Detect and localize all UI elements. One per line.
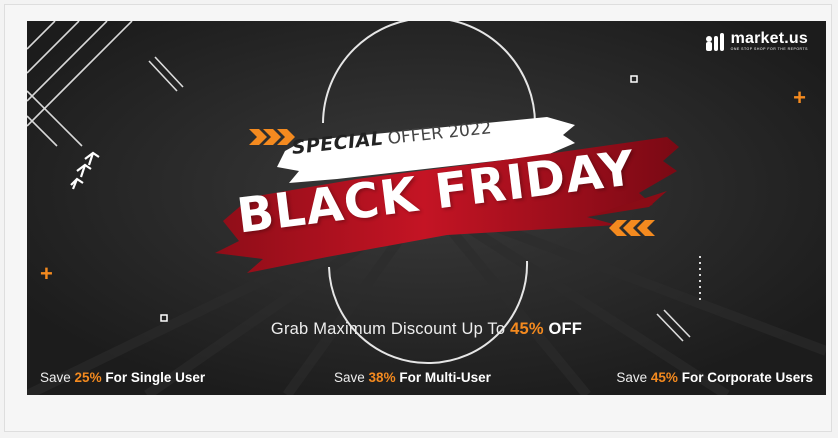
logo-mark-icon — [705, 32, 724, 51]
plan-prefix: Save — [616, 370, 648, 385]
plan-corporate-users: Save 45% For Corporate Users — [616, 370, 813, 385]
plan-label: For Single User — [105, 370, 206, 385]
brand-name: market.us — [730, 30, 808, 47]
plan-percent: 45% — [650, 370, 678, 385]
brand-tagline: ONE STOP SHOP FOR THE REPORTS — [730, 47, 808, 51]
plan-multi-user: Save 38% For Multi-User — [334, 370, 491, 385]
brand-logo[interactable]: market.us ONE STOP SHOP FOR THE REPORTS — [705, 31, 808, 52]
plan-label: For Corporate Users — [681, 370, 813, 385]
plan-label: For Multi-User — [399, 370, 491, 385]
plus-icon: + — [40, 261, 53, 286]
plan-percent: 25% — [74, 370, 102, 385]
offer-percent: 45% — [510, 320, 544, 338]
plan-percent: 38% — [368, 370, 396, 385]
logo-text: market.us ONE STOP SHOP FOR THE REPORTS — [731, 31, 808, 52]
plan-prefix: Save — [40, 370, 71, 385]
offer-prefix: Grab Maximum Discount Up To — [270, 320, 506, 338]
pricing-row: Save 25% For Single User Save 38% For Mu… — [27, 370, 826, 388]
offer-suffix: OFF — [548, 320, 583, 338]
image-frame: market.us ONE STOP SHOP FOR THE REPORTS … — [4, 4, 832, 432]
plan-single-user: Save 25% For Single User — [40, 370, 205, 385]
black-friday-banner[interactable]: market.us ONE STOP SHOP FOR THE REPORTS … — [27, 21, 826, 395]
plan-prefix: Save — [334, 370, 365, 385]
plus-icon: + — [793, 85, 806, 110]
max-discount-text: Grab Maximum Discount Up To 45% OFF — [27, 320, 826, 339]
